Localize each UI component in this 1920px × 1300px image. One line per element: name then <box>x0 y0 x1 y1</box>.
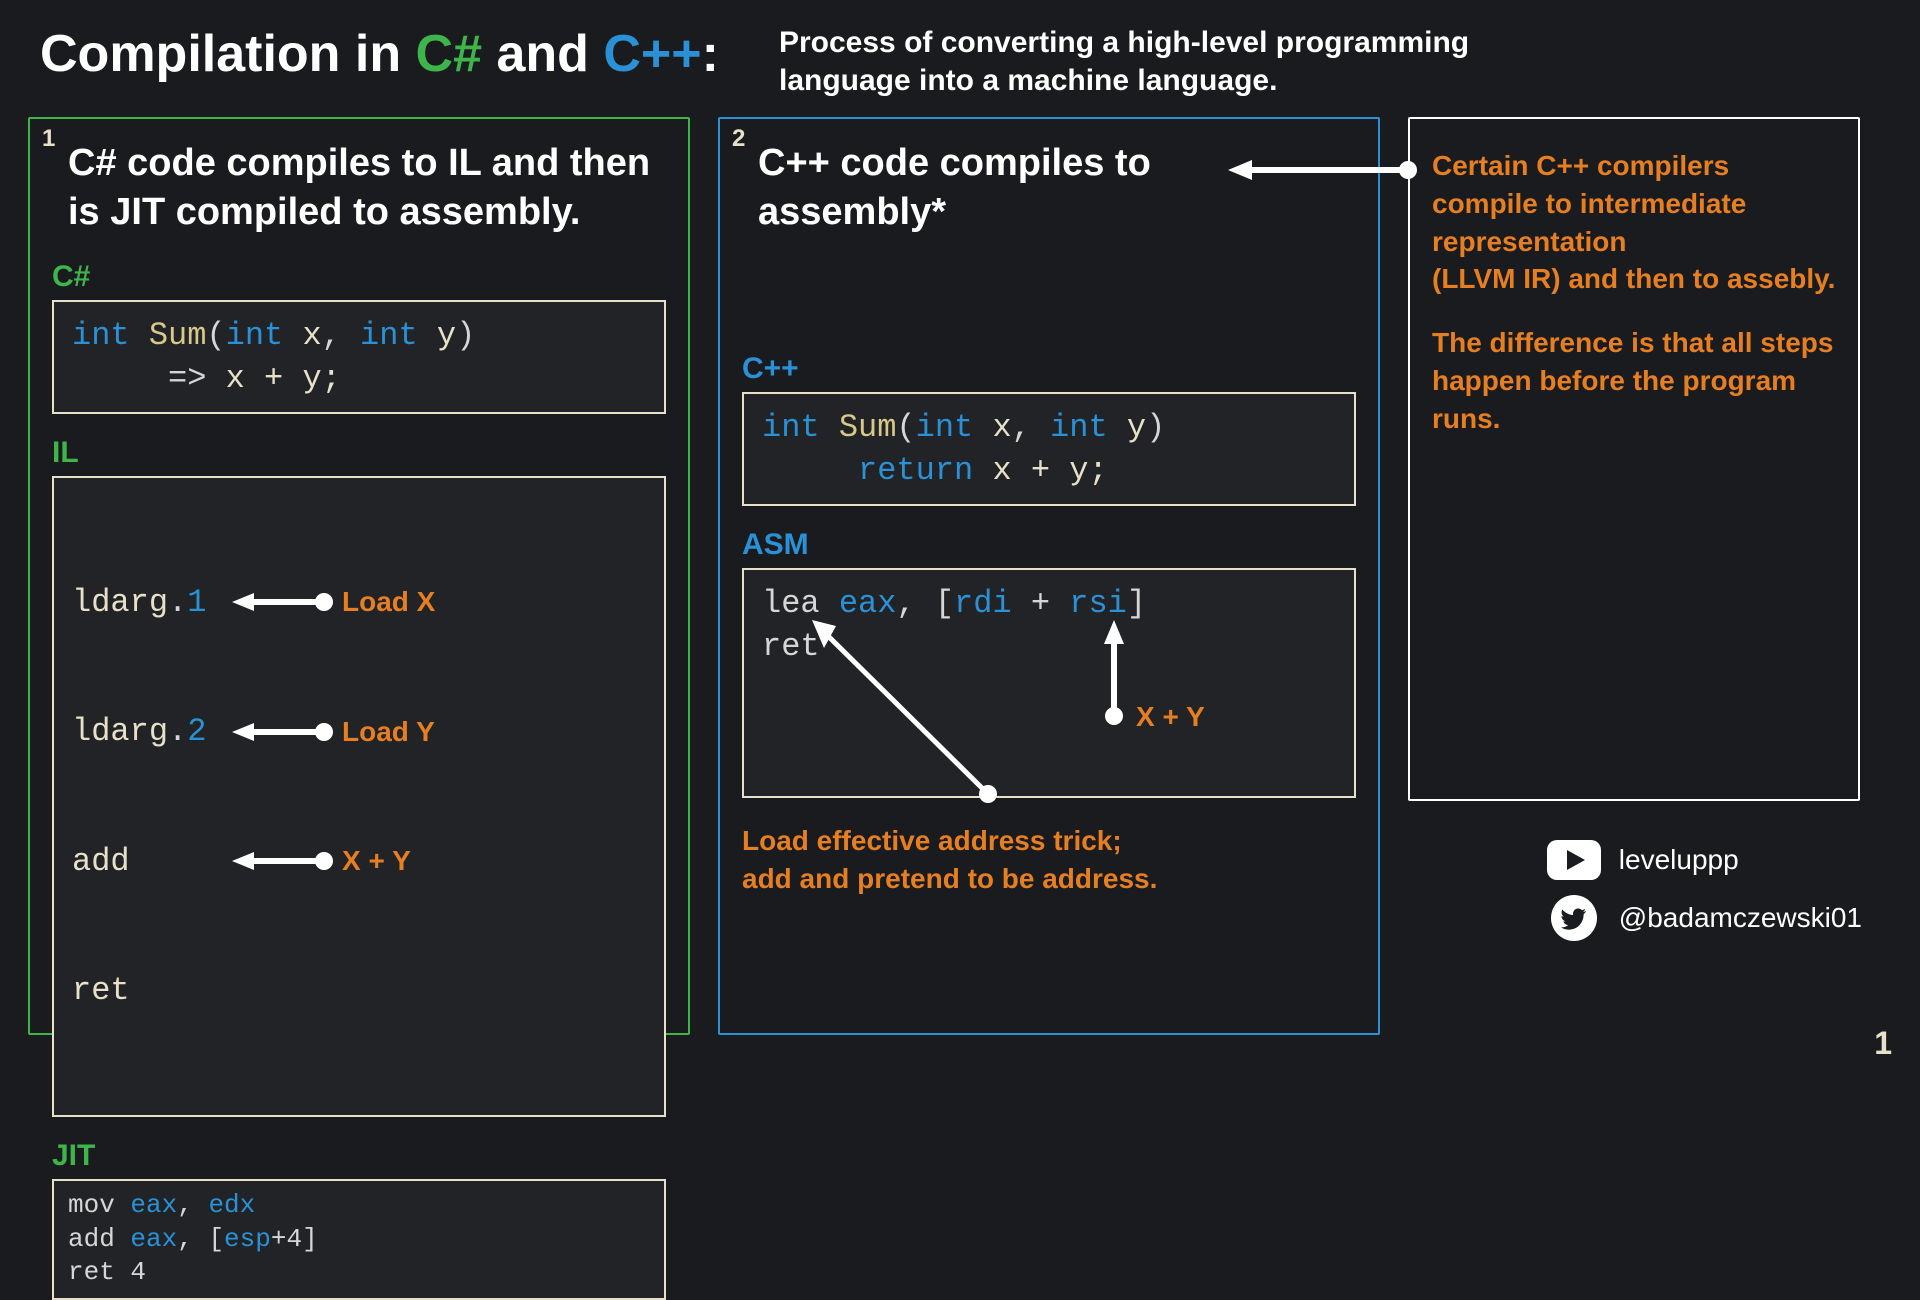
il-row-2: add X + Y <box>72 840 646 883</box>
socials: leveluppp @badamczewski01 <box>1547 840 1862 938</box>
il-annot-0: Load X <box>342 583 435 621</box>
side-note-p2: (LLVM IR) and then to assebly. <box>1432 263 1835 294</box>
youtube-icon <box>1547 840 1601 880</box>
page-title: Compilation in C# and C++: <box>40 24 719 84</box>
label-csharp-il: IL <box>52 436 666 470</box>
panel-csharp: 1 C# code compiles to IL and then is JIT… <box>28 117 690 1035</box>
panel-csharp-index: 1 <box>42 125 55 153</box>
title-cpp: C++ <box>603 25 701 83</box>
side-note: Certain C++ compilers compile to interme… <box>1432 147 1836 438</box>
title-suffix: : <box>702 25 719 83</box>
side-note-p3: The difference is that all steps happen … <box>1432 327 1833 434</box>
il-annot-1: Load Y <box>342 713 435 751</box>
asm-annot-xy: X + Y <box>1136 698 1205 736</box>
asm-note: Load effective address trick; add and pr… <box>742 822 1356 898</box>
il-annot-2: X + Y <box>342 842 411 880</box>
code-csharp-il: ldarg.1 Load X ldarg.2 Load Y add X + Y … <box>52 476 666 1117</box>
title-prefix: Compilation in <box>40 25 416 83</box>
arrow-left-icon <box>232 591 332 613</box>
code-csharp-jit: mov eax, edx add eax, [esp+4] ret 4 <box>52 1179 666 1300</box>
panel-cpp-heading: C++ code compiles to assembly* <box>742 139 1356 238</box>
asm-note-l1: Load effective address trick; <box>742 822 1356 860</box>
panel-csharp-heading: C# code compiles to IL and then is JIT c… <box>52 139 666 238</box>
label-csharp-source: C# <box>52 260 666 294</box>
page-subtitle: Process of converting a high-level progr… <box>779 24 1599 99</box>
label-csharp-jit: JIT <box>52 1139 666 1173</box>
social-youtube: leveluppp <box>1547 840 1862 880</box>
il-row-3: ret <box>72 969 646 1012</box>
panel-side: Certain C++ compilers compile to interme… <box>1408 117 1860 801</box>
social-youtube-label: leveluppp <box>1619 844 1739 876</box>
asm-arrows <box>744 570 1364 800</box>
il-row-0: ldarg.1 Load X <box>72 581 646 624</box>
code-csharp-source: int Sum(int x, int y) => x + y; <box>52 300 666 414</box>
social-twitter: @badamczewski01 <box>1547 898 1862 938</box>
social-twitter-label: @badamczewski01 <box>1619 902 1862 934</box>
twitter-icon <box>1547 898 1601 938</box>
il-row-1: ldarg.2 Load Y <box>72 710 646 753</box>
label-cpp-source: C++ <box>742 352 1356 386</box>
panel-cpp: 2 C++ code compiles to assembly* C++ int… <box>718 117 1380 1035</box>
code-cpp-source: int Sum(int x, int y) return x + y; <box>742 392 1356 506</box>
header: Compilation in C# and C++: Process of co… <box>0 0 1920 99</box>
title-csharp: C# <box>416 25 482 83</box>
side-note-p1: Certain C++ compilers compile to interme… <box>1432 150 1746 257</box>
page-number: 1 <box>1874 1025 1892 1062</box>
asm-note-l2: add and pretend to be address. <box>742 860 1356 898</box>
panel-cpp-index: 2 <box>732 125 745 153</box>
title-and: and <box>482 25 603 83</box>
arrow-left-icon <box>232 721 332 743</box>
label-cpp-asm: ASM <box>742 528 1356 562</box>
code-cpp-asm: lea eax, [rdi + rsi] ret X + Y <box>742 568 1356 798</box>
arrow-left-icon <box>232 850 332 872</box>
